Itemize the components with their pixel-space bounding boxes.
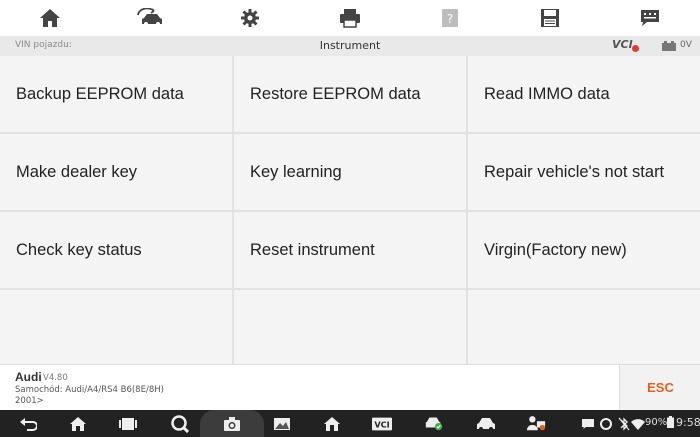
svg-text:VCI: VCI	[374, 419, 389, 429]
vehicle-swap-button[interactable]	[100, 0, 200, 36]
save-icon	[541, 9, 559, 27]
message-icon	[641, 10, 659, 26]
empty-cell	[468, 290, 700, 364]
vehicle-year: 2001>	[15, 396, 44, 406]
support-icon	[526, 415, 546, 430]
home-icon	[40, 9, 60, 27]
car-icon	[477, 417, 495, 431]
diag-home-button[interactable]	[322, 414, 342, 433]
chat-notification-icon	[578, 414, 598, 433]
car-diagnostic-icon	[425, 417, 443, 430]
settings-icon	[241, 9, 259, 27]
vehicle-info-footer: Audi V4.80 Samochód: Audi/A4/RS4 B6(8E/8…	[0, 364, 700, 410]
image-icon	[274, 417, 290, 430]
diagnostics-app-button[interactable]	[424, 413, 444, 432]
back-button[interactable]	[18, 414, 38, 433]
vci-disconnected-icon	[632, 45, 639, 52]
function-backup-eeprom[interactable]: Backup EEPROM data	[0, 56, 232, 132]
page-title: Instrument	[319, 39, 381, 52]
support-app-button[interactable]	[526, 413, 546, 432]
function-check-key-status[interactable]: Check key status	[0, 212, 232, 288]
vehicle-model: Samochód: Audi/A4/RS4 B6(8E/8H)	[15, 385, 164, 395]
home-nav-icon	[70, 416, 86, 431]
message-button[interactable]	[600, 0, 700, 36]
voltage-value: 0V	[680, 40, 692, 50]
image-app-button[interactable]	[272, 414, 292, 433]
home-nav-button[interactable]	[68, 414, 88, 433]
screenshot-button[interactable]	[222, 414, 242, 433]
empty-cell	[0, 290, 232, 364]
function-virgin[interactable]: Virgin(Factory new)	[468, 212, 700, 288]
recent-apps-button[interactable]	[118, 414, 138, 433]
battery-voltage-icon	[662, 41, 676, 51]
function-reset-instrument[interactable]: Reset instrument	[234, 212, 466, 288]
vci-icon: VCI	[372, 417, 392, 430]
vehicle-make: Audi	[15, 370, 42, 384]
function-read-immo[interactable]: Read IMMO data	[468, 56, 700, 132]
car-app-button[interactable]	[476, 414, 496, 433]
svg-text:?: ?	[447, 12, 453, 26]
remote-app-button[interactable]	[170, 414, 190, 433]
function-make-dealer-key[interactable]: Make dealer key	[0, 134, 232, 210]
sync-notification-icon	[596, 414, 616, 433]
save-button[interactable]	[500, 0, 600, 36]
top-toolbar: ?	[0, 0, 700, 36]
house-icon	[324, 416, 340, 431]
function-grid: Backup EEPROM data Restore EEPROM data R…	[0, 56, 700, 364]
empty-cell	[234, 290, 466, 364]
function-restore-eeprom[interactable]: Restore EEPROM data	[234, 56, 466, 132]
battery-percent: 90%	[645, 417, 668, 428]
battery-icon	[667, 416, 674, 428]
camera-icon	[224, 416, 240, 431]
software-version: V4.80	[43, 373, 68, 383]
settings-button[interactable]	[200, 0, 300, 36]
vehicle-swap-icon	[137, 8, 162, 26]
clock: 9:58	[676, 416, 700, 429]
help-button[interactable]: ?	[400, 0, 500, 36]
recent-apps-icon	[119, 417, 137, 430]
print-icon	[340, 9, 360, 28]
vci-app-button[interactable]: VCI	[372, 414, 392, 433]
function-key-learning[interactable]: Key learning	[234, 134, 466, 210]
function-repair-not-start[interactable]: Repair vehicle's not start	[468, 134, 700, 210]
print-button[interactable]	[300, 0, 400, 36]
remote-app-icon	[171, 414, 189, 433]
help-icon: ?	[442, 9, 458, 27]
vci-label: VCI	[612, 38, 633, 51]
esc-button[interactable]: ESC	[619, 365, 700, 410]
info-bar: VIN pojazdu: Instrument VCI 0V	[0, 36, 700, 56]
home-button[interactable]	[0, 0, 100, 36]
back-icon	[20, 417, 37, 431]
